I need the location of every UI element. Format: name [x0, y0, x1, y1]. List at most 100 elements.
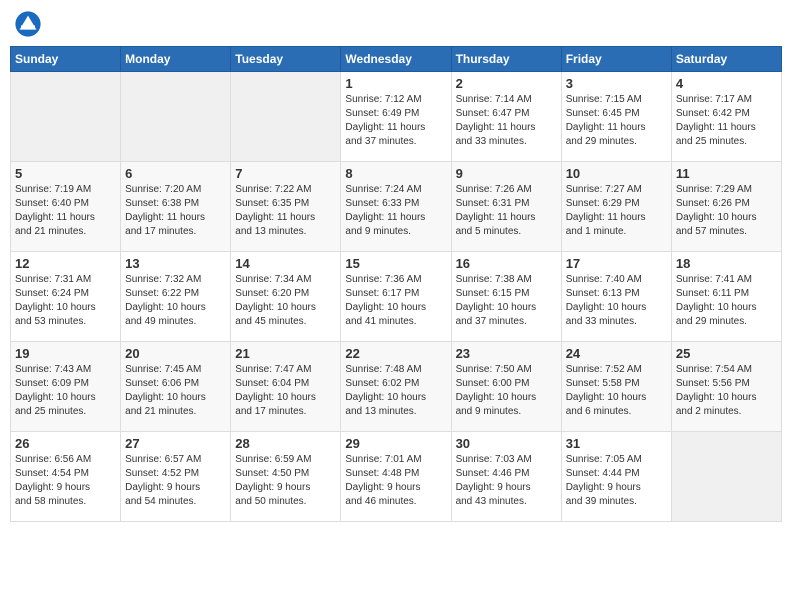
day-number: 31 [566, 436, 667, 451]
day-info: Sunrise: 7:38 AM Sunset: 6:15 PM Dayligh… [456, 273, 557, 329]
page-header [10, 10, 782, 38]
calendar-cell: 26 Sunrise: 6:56 AM Sunset: 4:54 PM Dayli… [11, 432, 121, 522]
day-info: Sunrise: 7:14 AM Sunset: 6:47 PM Dayligh… [456, 93, 557, 149]
weekday-header: Friday [561, 47, 671, 72]
day-info: Sunrise: 7:01 AM Sunset: 4:48 PM Dayligh… [345, 453, 446, 509]
day-info: Sunrise: 6:56 AM Sunset: 4:54 PM Dayligh… [15, 453, 116, 509]
day-info: Sunrise: 7:40 AM Sunset: 6:13 PM Dayligh… [566, 273, 667, 329]
day-info: Sunrise: 7:24 AM Sunset: 6:33 PM Dayligh… [345, 183, 446, 239]
calendar-cell: 21 Sunrise: 7:47 AM Sunset: 6:04 PM Dayli… [231, 342, 341, 432]
calendar-cell: 25 Sunrise: 7:54 AM Sunset: 5:56 PM Dayli… [671, 342, 781, 432]
day-number: 27 [125, 436, 226, 451]
calendar-cell: 10 Sunrise: 7:27 AM Sunset: 6:29 PM Dayli… [561, 162, 671, 252]
day-info: Sunrise: 7:15 AM Sunset: 6:45 PM Dayligh… [566, 93, 667, 149]
calendar-cell: 30 Sunrise: 7:03 AM Sunset: 4:46 PM Dayli… [451, 432, 561, 522]
day-info: Sunrise: 6:59 AM Sunset: 4:50 PM Dayligh… [235, 453, 336, 509]
day-info: Sunrise: 7:47 AM Sunset: 6:04 PM Dayligh… [235, 363, 336, 419]
day-number: 22 [345, 346, 446, 361]
calendar-cell [11, 72, 121, 162]
day-info: Sunrise: 7:27 AM Sunset: 6:29 PM Dayligh… [566, 183, 667, 239]
weekday-header: Wednesday [341, 47, 451, 72]
day-info: Sunrise: 7:34 AM Sunset: 6:20 PM Dayligh… [235, 273, 336, 329]
calendar-cell: 13 Sunrise: 7:32 AM Sunset: 6:22 PM Dayli… [121, 252, 231, 342]
weekday-header: Sunday [11, 47, 121, 72]
day-number: 10 [566, 166, 667, 181]
day-number: 16 [456, 256, 557, 271]
day-info: Sunrise: 7:32 AM Sunset: 6:22 PM Dayligh… [125, 273, 226, 329]
calendar-cell: 16 Sunrise: 7:38 AM Sunset: 6:15 PM Dayli… [451, 252, 561, 342]
weekday-header: Monday [121, 47, 231, 72]
day-number: 24 [566, 346, 667, 361]
calendar-cell: 22 Sunrise: 7:48 AM Sunset: 6:02 PM Dayli… [341, 342, 451, 432]
day-info: Sunrise: 7:03 AM Sunset: 4:46 PM Dayligh… [456, 453, 557, 509]
calendar-cell: 2Sunrise: 7:14 AM Sunset: 6:47 PM Daylig… [451, 72, 561, 162]
logo [14, 10, 46, 38]
calendar-cell: 5Sunrise: 7:19 AM Sunset: 6:40 PM Daylig… [11, 162, 121, 252]
day-info: Sunrise: 7:54 AM Sunset: 5:56 PM Dayligh… [676, 363, 777, 419]
day-info: Sunrise: 7:12 AM Sunset: 6:49 PM Dayligh… [345, 93, 446, 149]
calendar-week-row: 26 Sunrise: 6:56 AM Sunset: 4:54 PM Dayli… [11, 432, 782, 522]
calendar-cell: 8 Sunrise: 7:24 AM Sunset: 6:33 PM Daylig… [341, 162, 451, 252]
day-number: 13 [125, 256, 226, 271]
calendar-cell: 7Sunrise: 7:22 AM Sunset: 6:35 PM Daylig… [231, 162, 341, 252]
day-number: 11 [676, 166, 777, 181]
day-number: 8 [345, 166, 446, 181]
day-number: 7 [235, 166, 336, 181]
calendar-week-row: 5Sunrise: 7:19 AM Sunset: 6:40 PM Daylig… [11, 162, 782, 252]
weekday-header: Saturday [671, 47, 781, 72]
calendar-cell: 15 Sunrise: 7:36 AM Sunset: 6:17 PM Dayli… [341, 252, 451, 342]
day-number: 30 [456, 436, 557, 451]
day-info: Sunrise: 7:41 AM Sunset: 6:11 PM Dayligh… [676, 273, 777, 329]
day-info: Sunrise: 7:36 AM Sunset: 6:17 PM Dayligh… [345, 273, 446, 329]
day-number: 20 [125, 346, 226, 361]
day-info: Sunrise: 7:17 AM Sunset: 6:42 PM Dayligh… [676, 93, 777, 149]
day-number: 4 [676, 76, 777, 91]
calendar-cell: 23Sunrise: 7:50 AM Sunset: 6:00 PM Dayli… [451, 342, 561, 432]
calendar-cell: 19 Sunrise: 7:43 AM Sunset: 6:09 PM Dayli… [11, 342, 121, 432]
day-info: Sunrise: 7:45 AM Sunset: 6:06 PM Dayligh… [125, 363, 226, 419]
day-info: Sunrise: 7:31 AM Sunset: 6:24 PM Dayligh… [15, 273, 116, 329]
day-number: 14 [235, 256, 336, 271]
day-number: 5 [15, 166, 116, 181]
calendar-cell: 9 Sunrise: 7:26 AM Sunset: 6:31 PM Daylig… [451, 162, 561, 252]
calendar-week-row: 12 Sunrise: 7:31 AM Sunset: 6:24 PM Dayli… [11, 252, 782, 342]
day-info: Sunrise: 7:20 AM Sunset: 6:38 PM Dayligh… [125, 183, 226, 239]
calendar-table: SundayMondayTuesdayWednesdayThursdayFrid… [10, 46, 782, 522]
calendar-cell: 24Sunrise: 7:52 AM Sunset: 5:58 PM Dayli… [561, 342, 671, 432]
calendar-cell: 6 Sunrise: 7:20 AM Sunset: 6:38 PM Daylig… [121, 162, 231, 252]
day-number: 28 [235, 436, 336, 451]
day-number: 12 [15, 256, 116, 271]
calendar-cell: 27 Sunrise: 6:57 AM Sunset: 4:52 PM Dayli… [121, 432, 231, 522]
day-number: 1 [345, 76, 446, 91]
calendar-cell [671, 432, 781, 522]
day-info: Sunrise: 7:43 AM Sunset: 6:09 PM Dayligh… [15, 363, 116, 419]
day-number: 18 [676, 256, 777, 271]
day-number: 19 [15, 346, 116, 361]
calendar-cell: 1 Sunrise: 7:12 AM Sunset: 6:49 PM Daylig… [341, 72, 451, 162]
day-info: Sunrise: 7:48 AM Sunset: 6:02 PM Dayligh… [345, 363, 446, 419]
weekday-header: Tuesday [231, 47, 341, 72]
calendar-header-row: SundayMondayTuesdayWednesdayThursdayFrid… [11, 47, 782, 72]
calendar-cell: 29Sunrise: 7:01 AM Sunset: 4:48 PM Dayli… [341, 432, 451, 522]
day-number: 6 [125, 166, 226, 181]
day-number: 26 [15, 436, 116, 451]
calendar-cell: 14 Sunrise: 7:34 AM Sunset: 6:20 PM Dayli… [231, 252, 341, 342]
day-number: 23 [456, 346, 557, 361]
day-number: 15 [345, 256, 446, 271]
calendar-cell [231, 72, 341, 162]
calendar-cell: 11 Sunrise: 7:29 AM Sunset: 6:26 PM Dayli… [671, 162, 781, 252]
calendar-week-row: 19 Sunrise: 7:43 AM Sunset: 6:09 PM Dayli… [11, 342, 782, 432]
calendar-week-row: 1 Sunrise: 7:12 AM Sunset: 6:49 PM Daylig… [11, 72, 782, 162]
calendar-cell: 4 Sunrise: 7:17 AM Sunset: 6:42 PM Daylig… [671, 72, 781, 162]
day-number: 25 [676, 346, 777, 361]
day-info: Sunrise: 7:26 AM Sunset: 6:31 PM Dayligh… [456, 183, 557, 239]
day-number: 21 [235, 346, 336, 361]
logo-icon [14, 10, 42, 38]
day-info: Sunrise: 7:29 AM Sunset: 6:26 PM Dayligh… [676, 183, 777, 239]
day-number: 9 [456, 166, 557, 181]
calendar-cell: 28 Sunrise: 6:59 AM Sunset: 4:50 PM Dayli… [231, 432, 341, 522]
calendar-cell: 20 Sunrise: 7:45 AM Sunset: 6:06 PM Dayli… [121, 342, 231, 432]
calendar-cell: 18 Sunrise: 7:41 AM Sunset: 6:11 PM Dayli… [671, 252, 781, 342]
day-info: Sunrise: 6:57 AM Sunset: 4:52 PM Dayligh… [125, 453, 226, 509]
calendar-cell: 12 Sunrise: 7:31 AM Sunset: 6:24 PM Dayli… [11, 252, 121, 342]
